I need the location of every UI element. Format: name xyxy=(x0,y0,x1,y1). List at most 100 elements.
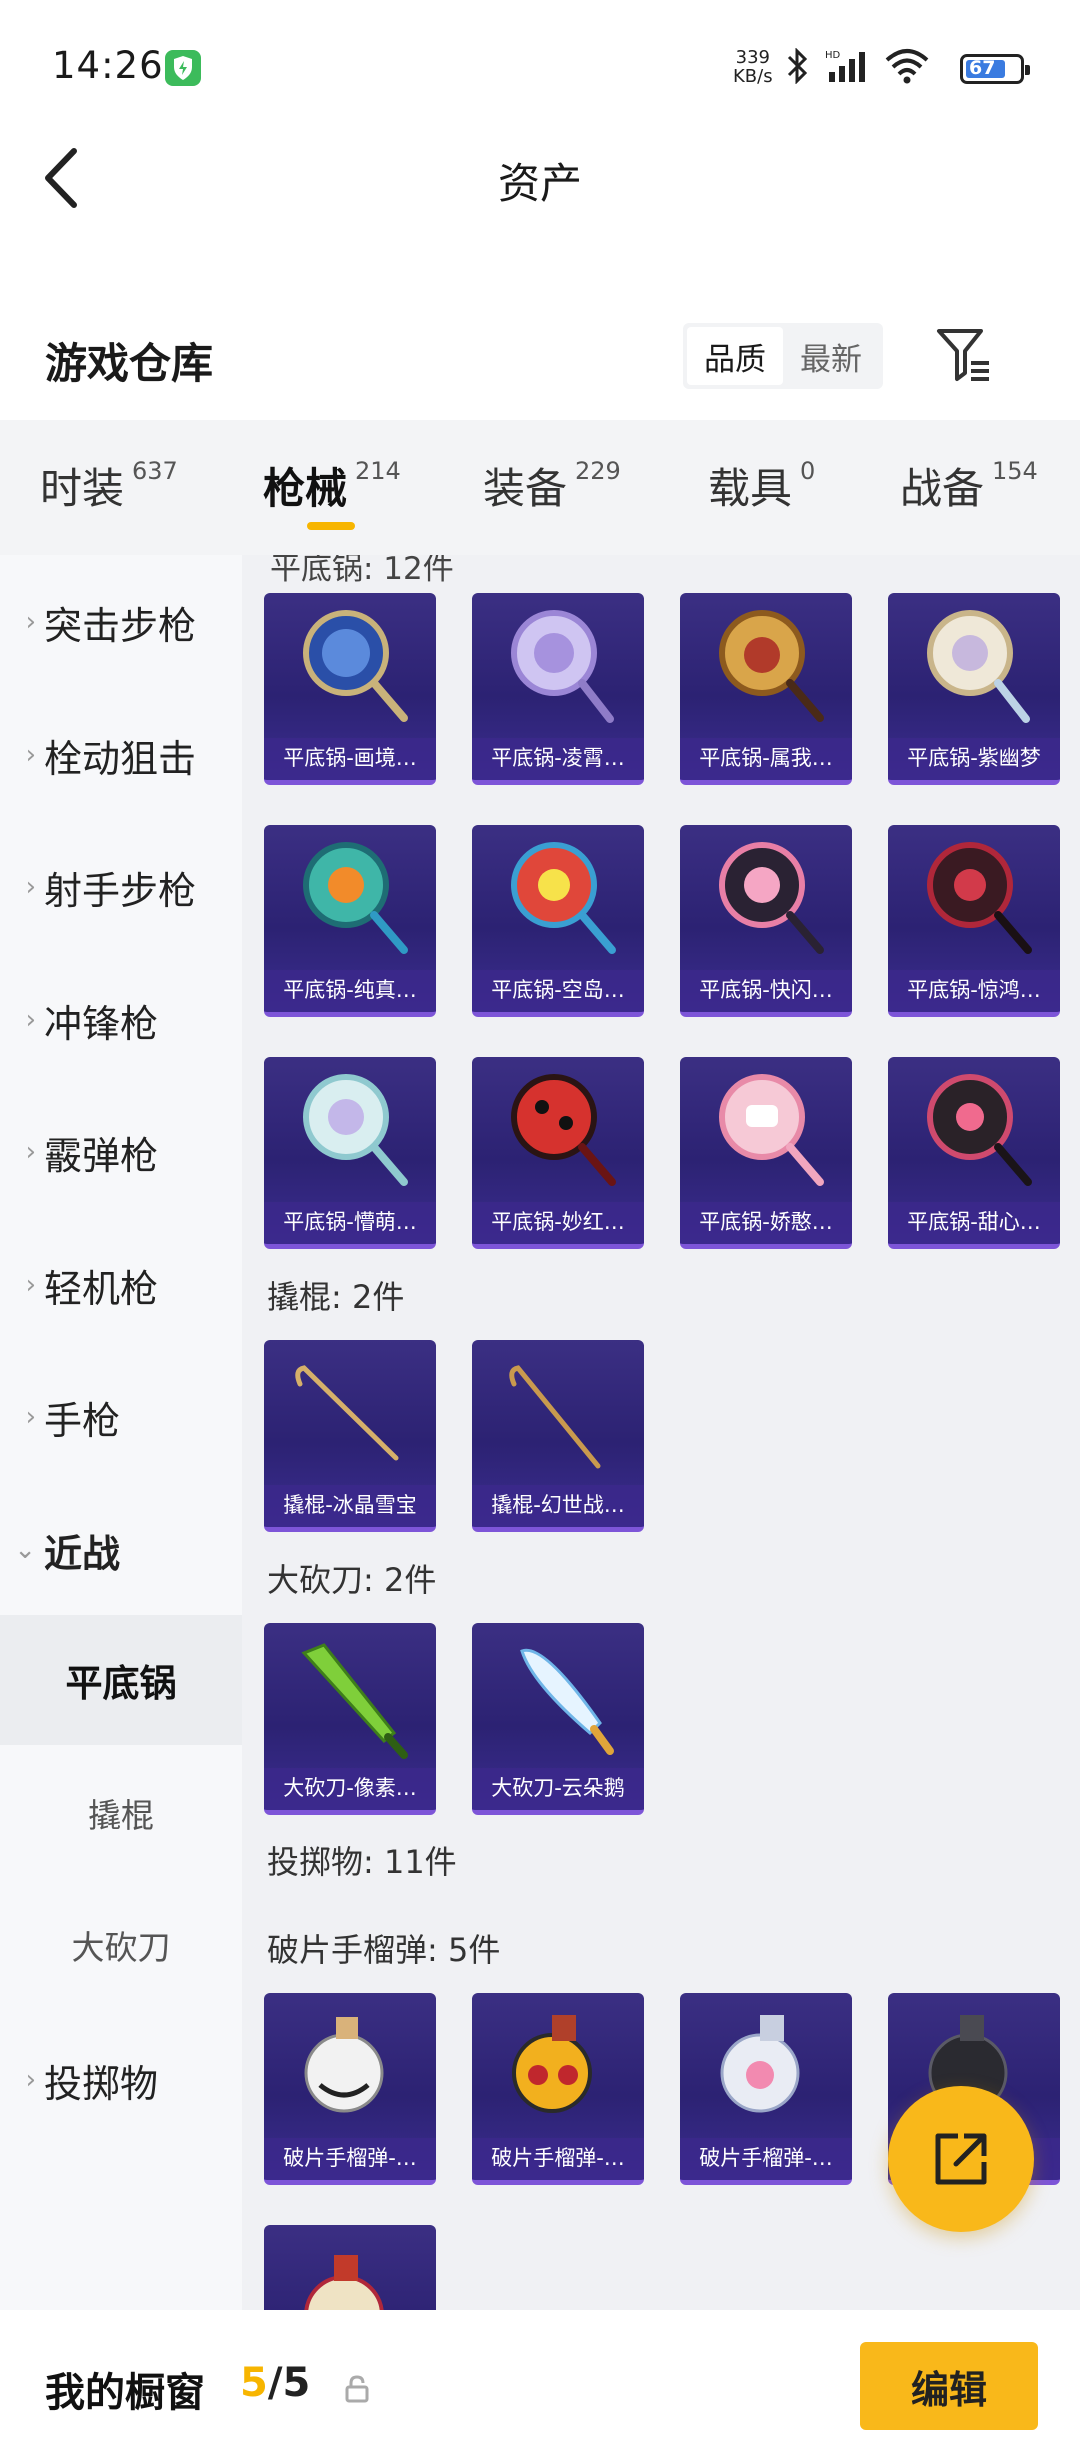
pan-icon xyxy=(511,842,616,954)
crowbar-icon xyxy=(295,1365,399,1461)
item-name: 撬棍-幻世战… xyxy=(472,1485,644,1527)
item-name: 撬棍-冰晶雪宝 xyxy=(264,1485,436,1527)
sidebar-sub-pan[interactable]: 平底锅 xyxy=(0,1615,242,1745)
item-card[interactable]: 破片手榴弹-… xyxy=(264,1993,436,2185)
chevron-right-icon: › xyxy=(25,1005,36,1035)
svg-text:HD: HD xyxy=(825,50,841,61)
item-card[interactable]: 撬棍-冰晶雪宝 xyxy=(264,1340,436,1532)
item-card[interactable]: 撬棍-幻世战… xyxy=(472,1340,644,1532)
item-card[interactable]: 平底锅-娇憨… xyxy=(680,1057,852,1249)
chevron-down-icon: ⌄ xyxy=(14,1535,36,1565)
tab-equipment[interactable]: 装备 229 xyxy=(483,455,621,515)
sidebar-item-marksman-rifle[interactable]: › 射手步枪 xyxy=(0,842,242,932)
item-name: 平底锅-纯真… xyxy=(264,970,436,1012)
item-card[interactable]: 平底锅-画境… xyxy=(264,593,436,785)
sidebar-item-label: 突击步枪 xyxy=(44,603,197,648)
item-name: 平底锅-属我… xyxy=(680,738,852,780)
chevron-right-icon: › xyxy=(25,1402,36,1432)
shield-icon xyxy=(165,50,201,86)
tab-count: 0 xyxy=(800,457,816,485)
pan-icon xyxy=(511,1074,616,1186)
item-card[interactable]: 破片手榴弹-… xyxy=(472,1993,644,2185)
sidebar-item-shotgun[interactable]: › 霰弹枪 xyxy=(0,1107,242,1197)
item-card[interactable]: 平底锅-紫幽梦 xyxy=(888,593,1060,785)
pan-icon xyxy=(927,1074,1032,1186)
pan-icon xyxy=(927,610,1030,723)
tab-supplies[interactable]: 战备 154 xyxy=(900,455,1038,515)
tab-label: 装备 xyxy=(483,464,568,513)
item-card[interactable]: 平底锅-甜心… xyxy=(888,1057,1060,1249)
sidebar-item-melee[interactable]: ⌄ 近战 xyxy=(0,1505,242,1595)
item-card[interactable]: 破片手榴弹-… xyxy=(680,1993,852,2185)
speed-unit: KB/s xyxy=(733,66,773,87)
item-card[interactable]: 平底锅-属我… xyxy=(680,593,852,785)
item-card[interactable]: 平底锅-惊鸿… xyxy=(888,825,1060,1017)
sort-by-quality[interactable]: 品质 xyxy=(687,327,783,385)
tab-label: 战备 xyxy=(900,464,985,513)
sidebar-item-smg[interactable]: › 冲锋枪 xyxy=(0,975,242,1065)
battery-icon: 67 xyxy=(960,54,1030,84)
section-header-crowbar: 撬棍: 2件 xyxy=(267,1278,405,1316)
speed-value: 339 xyxy=(735,47,770,68)
item-name: 平底锅-懵萌… xyxy=(264,1202,436,1244)
pan-icon xyxy=(719,842,824,954)
sidebar-item-label: 手枪 xyxy=(44,1398,121,1443)
edit-button[interactable]: 编辑 xyxy=(860,2342,1038,2430)
item-card[interactable]: 大砍刀-像素… xyxy=(264,1623,436,1815)
sort-by-newest[interactable]: 最新 xyxy=(783,327,879,385)
section-header-throwables: 投掷物: 11件 xyxy=(267,1843,457,1881)
chevron-right-icon: › xyxy=(25,740,36,770)
tab-active-indicator xyxy=(307,522,355,530)
tab-count: 214 xyxy=(355,457,401,485)
pan-icon xyxy=(303,610,408,722)
tab-count: 154 xyxy=(992,457,1038,485)
item-name: 平底锅-娇憨… xyxy=(680,1202,852,1244)
item-card[interactable] xyxy=(264,2225,436,2310)
item-grid: 平底锅: 12件 平底锅-画境… 平底锅-凌霄… 平底锅-属我… 平底锅-紫幽梦… xyxy=(242,555,1080,2310)
item-name: 平底锅-惊鸿… xyxy=(888,970,1060,1012)
item-card[interactable]: 平底锅-快闪… xyxy=(680,825,852,1017)
tab-vehicles[interactable]: 载具 0 xyxy=(708,455,815,515)
pan-icon xyxy=(719,1074,824,1186)
sort-toggle: 品质 最新 xyxy=(683,323,883,389)
item-card[interactable]: 平底锅-纯真… xyxy=(264,825,436,1017)
item-card[interactable]: 平底锅-懵萌… xyxy=(264,1057,436,1249)
grenade-icon xyxy=(512,2015,592,2113)
item-card[interactable]: 大砍刀-云朵鹅 xyxy=(472,1623,644,1815)
chevron-right-icon: › xyxy=(25,607,36,637)
item-name: 平底锅-凌霄… xyxy=(472,738,644,780)
bluetooth-icon xyxy=(787,48,808,84)
item-card[interactable]: 平底锅-妙红… xyxy=(472,1057,644,1249)
sidebar-item-assault-rifle[interactable]: › 突击步枪 xyxy=(0,577,242,667)
status-time: 14:26 xyxy=(52,44,164,87)
sidebar-sub-machete[interactable]: 大砍刀 xyxy=(0,1880,242,2010)
item-name: 大砍刀-云朵鹅 xyxy=(472,1768,644,1810)
lock-icon xyxy=(345,2375,369,2403)
sidebar-item-pistol[interactable]: › 手枪 xyxy=(0,1372,242,1462)
tab-fashion[interactable]: 时装 637 xyxy=(40,455,178,515)
wifi-icon xyxy=(885,49,929,84)
sidebar-item-label: 近战 xyxy=(44,1531,121,1576)
sidebar-item-bolt-sniper[interactable]: › 栓动狙击 xyxy=(0,710,242,800)
pan-icon xyxy=(719,610,824,722)
sidebar-item-label: 冲锋枪 xyxy=(44,1001,159,1046)
page-title: 资产 xyxy=(497,159,582,208)
item-card[interactable]: 平底锅-空岛… xyxy=(472,825,644,1017)
showcase-title: 我的橱窗 xyxy=(45,2370,205,2416)
sidebar-item-label: 轻机枪 xyxy=(44,1266,159,1311)
sidebar-item-label: 投掷物 xyxy=(44,2061,159,2106)
section-header-frag-grenade: 破片手榴弹: 5件 xyxy=(267,1931,501,1969)
pan-icon xyxy=(303,1074,408,1186)
sidebar-sub-crowbar[interactable]: 撬棍 xyxy=(0,1748,242,1878)
showcase-bar: 我的橱窗 5/5 编辑 xyxy=(0,2310,1080,2460)
share-button[interactable] xyxy=(888,2086,1034,2232)
sidebar-item-throwables[interactable]: › 投掷物 xyxy=(0,2035,242,2125)
tab-firearms[interactable]: 枪械 214 xyxy=(263,455,401,515)
tab-count: 637 xyxy=(132,457,178,485)
sidebar-item-lmg[interactable]: › 轻机枪 xyxy=(0,1240,242,1330)
filter-button[interactable] xyxy=(935,325,995,385)
sidebar-item-label: 栓动狙击 xyxy=(44,736,197,781)
sidebar-item-label: 霰弹枪 xyxy=(44,1133,159,1178)
crowbar-icon xyxy=(509,1365,601,1469)
item-card[interactable]: 平底锅-凌霄… xyxy=(472,593,644,785)
